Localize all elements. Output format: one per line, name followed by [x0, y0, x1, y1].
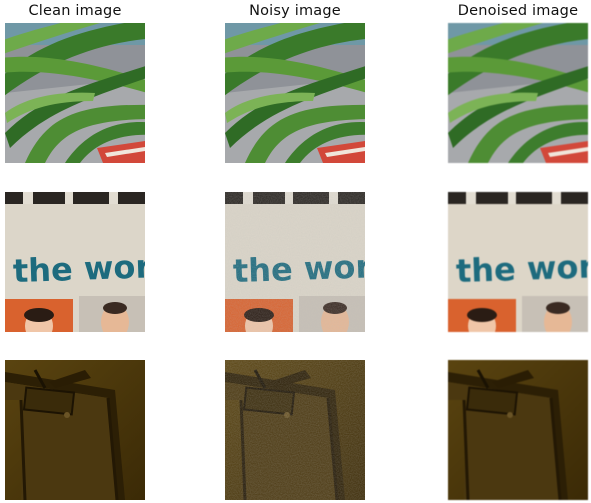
column-title-denoised: Denoised image — [457, 3, 579, 19]
noisy-plant-image — [225, 23, 365, 163]
clean-plant-image — [5, 23, 145, 163]
denoised-poster-image: the worl — [448, 192, 588, 332]
column-title-clean: Clean image — [28, 3, 122, 19]
poster-text: the worl — [12, 247, 145, 290]
denoised-door-image — [448, 360, 588, 500]
denoised-plant-image — [448, 23, 588, 163]
column-title-noisy: Noisy image — [249, 3, 341, 19]
poster-text: the worl — [455, 247, 588, 290]
noisy-door-image — [225, 360, 365, 500]
clean-door-image — [5, 360, 145, 500]
clean-poster-image: the worl — [5, 192, 145, 332]
noisy-poster-image: the worl — [225, 192, 365, 332]
